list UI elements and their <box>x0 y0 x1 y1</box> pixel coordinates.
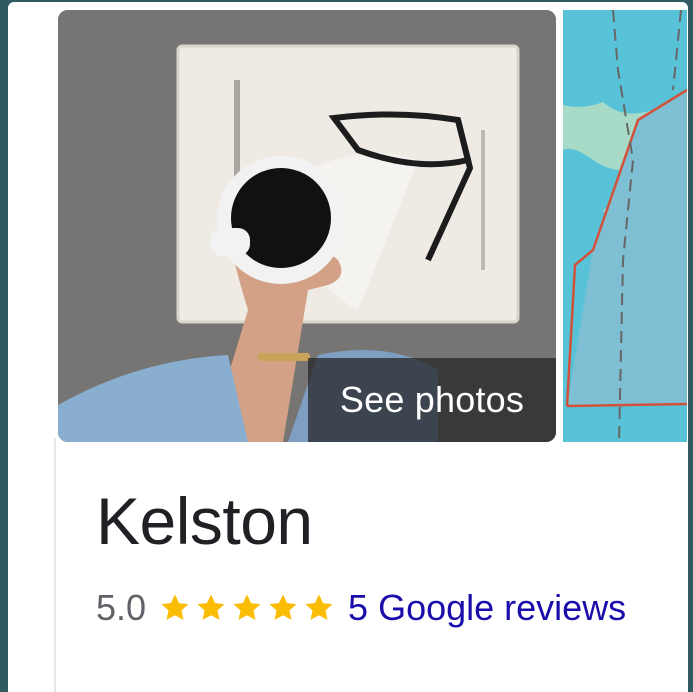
google-reviews-link[interactable]: 5 Google reviews <box>348 590 626 626</box>
panel-left-border <box>54 438 56 692</box>
rating-row: 5.0 5 Google reviews <box>96 590 626 626</box>
star-icon <box>197 594 225 620</box>
rating-value: 5.0 <box>96 587 147 628</box>
photo-tile[interactable]: See photos <box>58 10 556 442</box>
place-title: Kelston <box>96 484 313 558</box>
star-icon <box>305 594 333 620</box>
star-icon <box>269 594 297 620</box>
map-tile[interactable] <box>563 10 687 442</box>
see-photos-label: See photos <box>339 379 525 420</box>
star-icon <box>161 594 189 620</box>
star-icon <box>233 594 261 620</box>
map-image <box>563 10 687 442</box>
see-photos-button[interactable]: See photos <box>308 358 556 442</box>
rating-stars <box>158 591 336 625</box>
